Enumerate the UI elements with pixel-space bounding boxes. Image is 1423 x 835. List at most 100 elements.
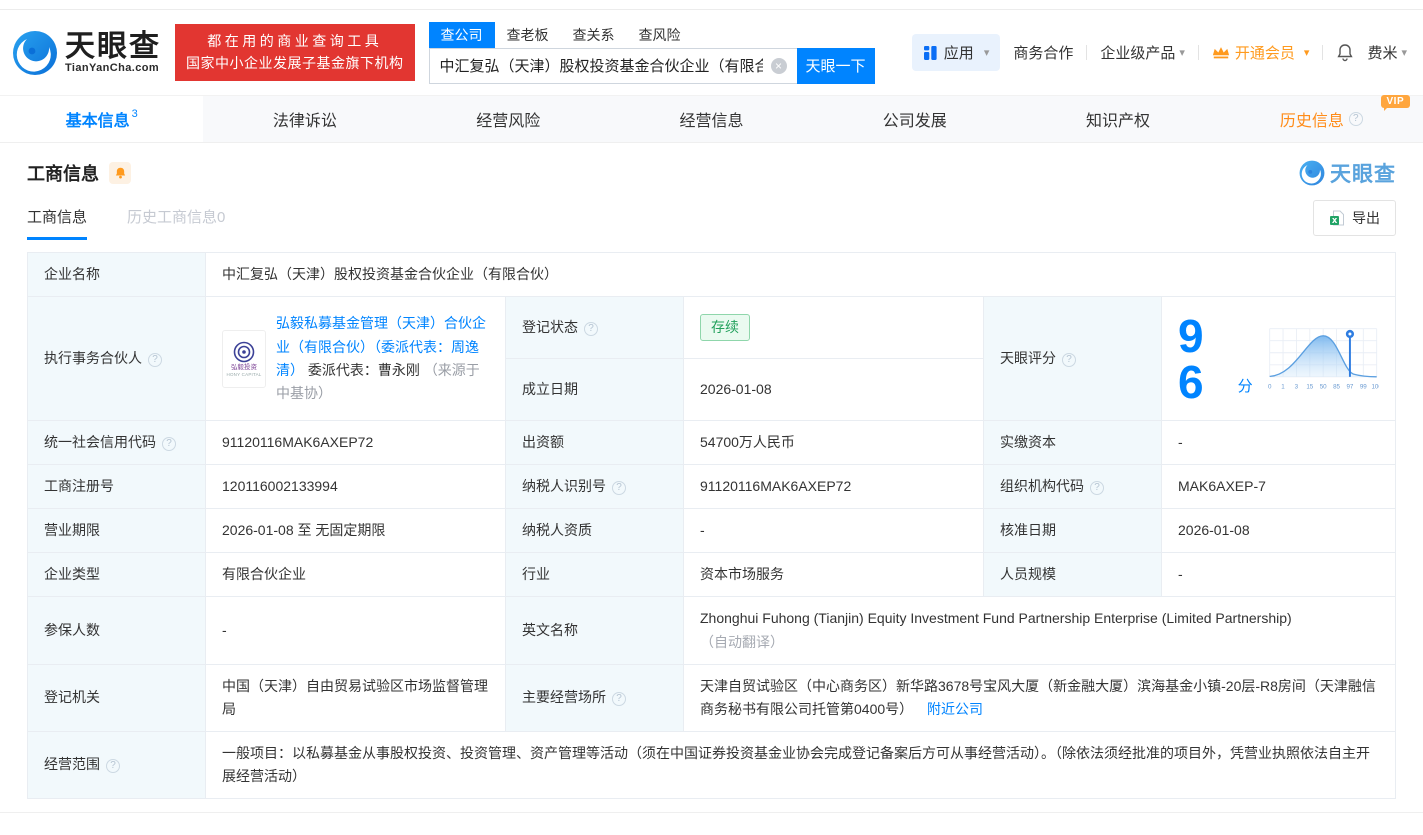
notification-bell[interactable] [1336, 43, 1354, 62]
section-title: 工商信息 [27, 164, 99, 184]
subscribe-bell-icon [115, 167, 125, 179]
company-type-label: 企业类型 [27, 552, 206, 598]
username-label: 费米 [1367, 45, 1398, 62]
table-row: 营业期限 2026-01-08 至 无固定期限 纳税人资质 - 核准日期 202… [27, 508, 1396, 554]
taxpayer-no-value: 91120116MAK6AXEP72 [683, 464, 984, 510]
export-button[interactable]: 导出 [1313, 200, 1396, 236]
tab-development-label: 公司发展 [882, 113, 947, 130]
org-code-label: 组织机构代码 [983, 464, 1162, 510]
open-vip-link[interactable]: 开通会员 [1212, 42, 1310, 63]
english-name-value: Zhonghui Fuhong (Tianjin) Equity Investm… [683, 596, 1396, 665]
subtab-history-business-info[interactable]: 历史工商信息0 [127, 206, 225, 240]
partner-representative: 委派代表：曹永刚 [307, 361, 420, 378]
tab-basic-info[interactable]: 基本信息 3 [0, 96, 204, 142]
search-button[interactable]: 天眼一下 [796, 47, 875, 84]
taxpayer-no-help-icon[interactable] [612, 481, 626, 496]
table-row: 统一社会信用代码 91120116MAK6AXEP72 出资额 54700万人民… [27, 420, 1396, 466]
search-tab-boss[interactable]: 查老板 [495, 22, 561, 48]
staff-size-value: - [1161, 552, 1396, 598]
insured-label: 参保人数 [27, 596, 206, 665]
slogan-line-2: 国家中小企业发展子基金旗下机构 [186, 54, 404, 71]
tab-ip-label: 知识产权 [1086, 113, 1151, 130]
score-value: 96 [1178, 309, 1204, 408]
history-help-icon[interactable] [1348, 112, 1363, 126]
registry-value: 中国（天津）自由贸易试验区市场监督管理局 [205, 663, 506, 732]
status-label: 登记状态 [505, 296, 684, 360]
nearby-companies-link[interactable]: 附近公司 [927, 701, 983, 717]
site-header: 天眼查 TianYanCha.com 都在用的商业查询工具 国家中小企业发展子基… [0, 10, 1423, 95]
paid-capital-label: 实缴资本 [983, 420, 1162, 466]
tianyancha-logo[interactable]: 天眼查 TianYanCha.com [12, 30, 161, 76]
tab-legal-proceedings[interactable]: 法律诉讼 [203, 96, 406, 142]
contribution-value: 54700万人民币 [683, 420, 984, 466]
established-value: 2026-01-08 [683, 358, 984, 422]
logo-subtext: TianYanCha.com [65, 62, 160, 75]
partner-logo: 弘毅投资 HONY CAPITAL [222, 329, 266, 388]
svg-text:85: 85 [1333, 383, 1340, 390]
company-name-label: 企业名称 [27, 251, 206, 298]
reg-no-value: 120116002133994 [205, 464, 506, 510]
credit-code-label-text: 统一社会信用代码 [44, 434, 156, 451]
svg-text:15: 15 [1306, 383, 1313, 390]
apps-grid-icon [923, 45, 937, 60]
premises-label: 主要经营场所 [505, 663, 684, 732]
search-tab-company[interactable]: 查公司 [428, 21, 495, 48]
taxpayer-quality-value: - [683, 508, 984, 554]
tab-basic-info-badge: 3 [131, 108, 138, 120]
status-help-icon[interactable] [584, 322, 598, 337]
managing-partner-cell: 弘毅投资 HONY CAPITAL 弘毅私募基金管理（天津）合伙企业（有限合伙）… [205, 296, 506, 422]
subtab-current-business-info[interactable]: 工商信息 [27, 206, 88, 240]
slogan-banner: 都在用的商业查询工具 国家中小企业发展子基金旗下机构 [175, 23, 415, 82]
svg-text:3: 3 [1294, 383, 1298, 390]
clear-search-icon[interactable] [770, 57, 787, 74]
tab-intellectual-property[interactable]: 知识产权 [1016, 96, 1219, 142]
org-code-help-icon[interactable] [1090, 481, 1104, 496]
paid-capital-value: - [1161, 420, 1396, 466]
business-cooperation-link[interactable]: 商务合作 [1013, 42, 1073, 63]
subscribe-bell-button[interactable] [109, 162, 131, 184]
top-right-nav: 应用 商务合作 企业级产品 开通会员 费米 [911, 34, 1407, 71]
apps-menu[interactable]: 应用 [911, 34, 1001, 71]
tab-company-development[interactable]: 公司发展 [813, 96, 1016, 142]
tab-operating-risk[interactable]: 经营风险 [407, 96, 610, 142]
status-badge: 存续 [700, 314, 750, 342]
score-distribution-chart: 0 1 3 15 50 85 97 99 100 [1268, 327, 1379, 390]
managing-partner-help-icon[interactable] [148, 353, 162, 368]
table-row: 工商注册号 120116002133994 纳税人识别号 91120116MAK… [27, 464, 1396, 510]
tab-operating-info[interactable]: 经营信息 [610, 96, 813, 142]
english-name-label: 英文名称 [505, 596, 684, 665]
table-row: 登记机关 中国（天津）自由贸易试验区市场监督管理局 主要经营场所 天津自贸试验区… [27, 663, 1396, 732]
watermark-text: 天眼查 [1330, 163, 1396, 186]
user-menu[interactable]: 费米 [1367, 42, 1407, 63]
section-bottom-divider [0, 812, 1423, 814]
company-anchor-tabs: 基本信息 3 法律诉讼 经营风险 经营信息 公司发展 知识产权 VIP 历史信息 [0, 95, 1423, 143]
org-code-label-text: 组织机构代码 [1000, 478, 1084, 495]
reg-no-label: 工商注册号 [27, 464, 206, 510]
svg-text:0: 0 [1268, 383, 1272, 390]
nav-divider [1322, 45, 1324, 60]
taxpayer-no-label: 纳税人识别号 [505, 464, 684, 510]
credit-code-help-icon[interactable] [162, 437, 176, 452]
managing-partner-label: 执行事务合伙人 [27, 296, 206, 422]
partner-logo-subtext: HONY CAPITAL [226, 371, 262, 377]
score-unit: 分 [1237, 377, 1253, 395]
enterprise-products-menu[interactable]: 企业级产品 [1100, 42, 1185, 63]
top-divider [0, 0, 1423, 10]
excel-icon [1330, 210, 1344, 226]
industry-label: 行业 [505, 552, 684, 598]
credit-code-value: 91120116MAK6AXEP72 [205, 420, 506, 466]
table-row: 经营范围 一般项目：以私募基金从事股权投资、投资管理、资产管理等活动（须在中国证… [27, 730, 1396, 800]
bell-icon [1337, 44, 1354, 62]
nav-divider [1086, 45, 1088, 60]
search-input[interactable] [428, 47, 797, 84]
tab-history-info[interactable]: VIP 历史信息 [1220, 95, 1423, 142]
scope-help-icon[interactable] [106, 759, 120, 774]
logo-text: 天眼查 [65, 29, 161, 63]
search-tab-risk[interactable]: 查风险 [627, 22, 693, 48]
contribution-label: 出资额 [505, 420, 684, 466]
company-name-value: 中汇复弘（天津）股权投资基金合伙企业（有限合伙） [205, 251, 1396, 298]
score-help-icon[interactable] [1062, 353, 1076, 368]
search-tab-relation[interactable]: 查关系 [561, 22, 627, 48]
term-value: 2026-01-08 至 无固定期限 [205, 508, 506, 554]
premises-help-icon[interactable] [612, 692, 626, 707]
